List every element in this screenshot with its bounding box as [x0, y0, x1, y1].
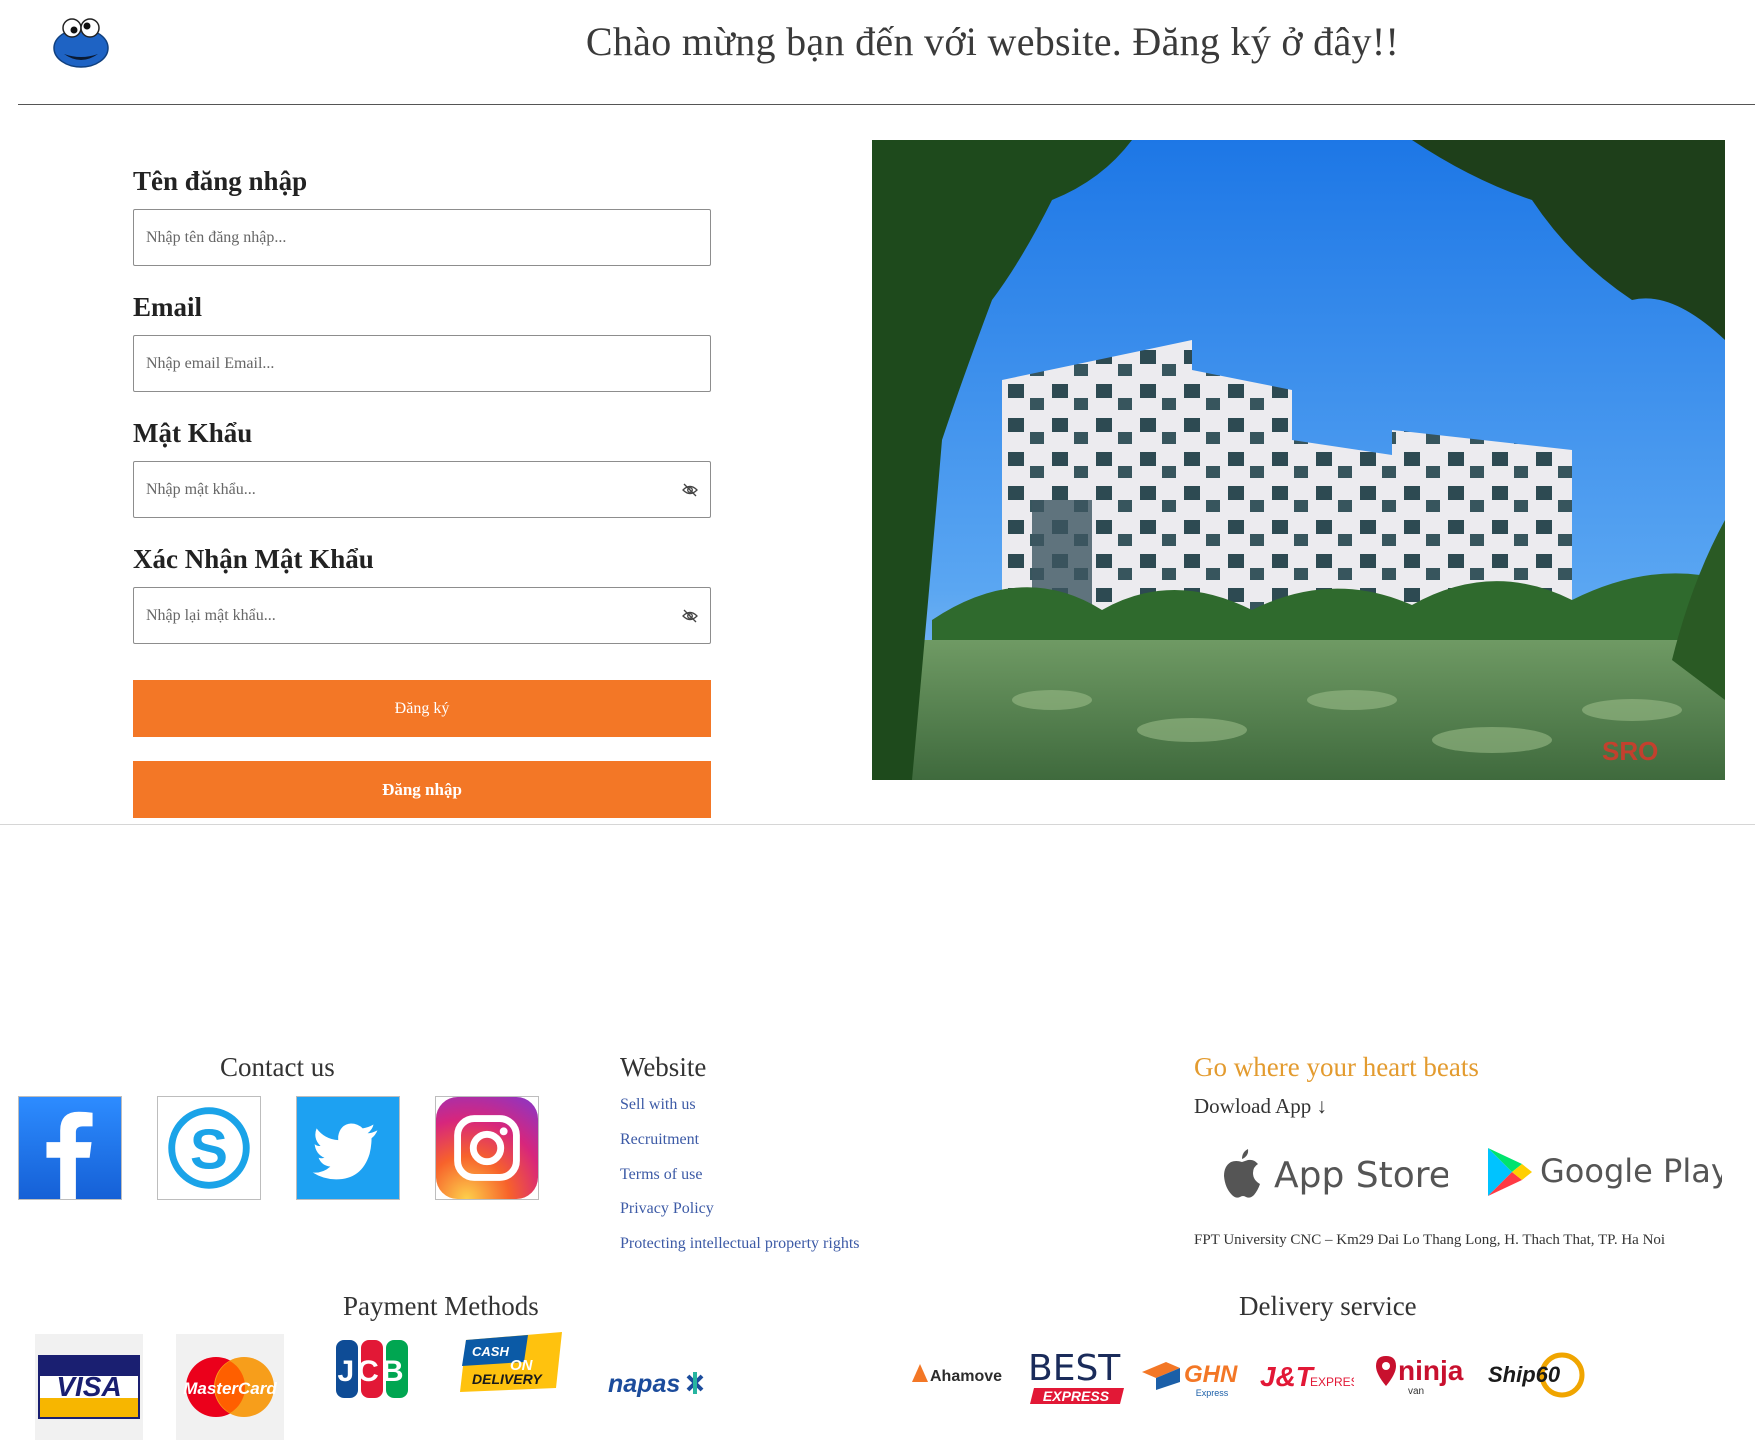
- svg-text:DELIVERY: DELIVERY: [472, 1371, 543, 1387]
- password-field: [133, 461, 711, 518]
- app-store-badge[interactable]: App Store: [1208, 1140, 1448, 1204]
- email-field: [133, 335, 711, 392]
- confirm-password-label: Xác Nhận Mật Khẩu: [133, 544, 374, 574]
- section-divider: [0, 824, 1755, 825]
- ghn-logo: GHN Express: [1142, 1361, 1238, 1398]
- register-button[interactable]: Đăng ký: [133, 680, 711, 737]
- download-app-label: Dowload App ↓: [1194, 1094, 1327, 1119]
- eye-slash-icon[interactable]: [682, 608, 698, 624]
- google-play-badge[interactable]: Google Play: [1482, 1140, 1722, 1204]
- best-express-logo: BEST EXPRESS: [1028, 1348, 1124, 1404]
- contact-title: Contact us: [220, 1052, 335, 1082]
- app-store-text: App Store: [1274, 1155, 1448, 1196]
- username-field: [133, 209, 711, 266]
- svg-text:napas: napas: [608, 1370, 680, 1398]
- ninja-van-logo: ninja van: [1376, 1355, 1464, 1397]
- eye-slash-icon[interactable]: [682, 482, 698, 498]
- jt-express-logo: J&T EXPRESS: [1260, 1361, 1354, 1392]
- password-label: Mật Khẩu: [133, 418, 253, 448]
- confirm-password-field: [133, 587, 711, 644]
- confirm-password-input[interactable]: [134, 588, 646, 643]
- cash-on-delivery-logo: CASH ON DELIVERY: [460, 1332, 562, 1392]
- recruitment-link[interactable]: Recruitment: [620, 1131, 699, 1149]
- svg-text:J&T: J&T: [1260, 1361, 1316, 1392]
- svg-text:JCB: JCB: [337, 1355, 406, 1388]
- instagram-icon[interactable]: [435, 1096, 539, 1200]
- svg-text:GHN: GHN: [1184, 1361, 1238, 1388]
- google-play-text: Google Play: [1540, 1152, 1722, 1190]
- sell-with-us-link[interactable]: Sell with us: [620, 1096, 696, 1114]
- svg-text:Ship60: Ship60: [1488, 1362, 1561, 1387]
- username-label: Tên đăng nhập: [133, 166, 308, 196]
- svg-text:CASH: CASH: [472, 1344, 509, 1359]
- address-text: FPT University CNC – Km29 Dai Lo Thang L…: [1194, 1232, 1666, 1248]
- svg-text:ninja: ninja: [1398, 1355, 1464, 1386]
- arrow-down-icon: ↓: [1316, 1094, 1328, 1118]
- svg-text:EXPRESS: EXPRESS: [1310, 1375, 1354, 1389]
- skype-icon[interactable]: S: [157, 1096, 261, 1200]
- header-divider: [18, 104, 1755, 105]
- mastercard-logo: MasterCard: [176, 1334, 284, 1440]
- svg-text:BEST: BEST: [1028, 1348, 1121, 1389]
- svg-text:MasterCard: MasterCard: [183, 1379, 277, 1398]
- svg-text:van: van: [1408, 1386, 1424, 1397]
- svg-text:S: S: [190, 1119, 228, 1182]
- facebook-icon[interactable]: [18, 1096, 122, 1200]
- slogan-text: Go where your heart beats: [1194, 1052, 1479, 1082]
- terms-of-use-link[interactable]: Terms of use: [620, 1166, 702, 1184]
- svg-text:VISA: VISA: [56, 1371, 121, 1402]
- password-input[interactable]: [134, 462, 646, 517]
- privacy-policy-link[interactable]: Privacy Policy: [620, 1200, 714, 1218]
- email-label: Email: [133, 292, 203, 322]
- napas-logo: napas: [608, 1370, 704, 1398]
- delivery-title: Delivery service: [1239, 1291, 1417, 1321]
- username-input[interactable]: [134, 210, 646, 265]
- visa-logo: VISA: [35, 1334, 143, 1440]
- email-input[interactable]: [134, 336, 646, 391]
- download-app-text: Dowload App: [1194, 1094, 1312, 1118]
- ship60-logo: Ship60: [1488, 1352, 1585, 1398]
- apple-icon: [1224, 1149, 1260, 1198]
- photo-watermark: SRO: [1602, 736, 1658, 766]
- ahamove-logo: Ahamove: [912, 1364, 1002, 1385]
- payment-title: Payment Methods: [343, 1291, 539, 1321]
- campus-photo: SRO: [872, 140, 1725, 780]
- website-title: Website: [620, 1052, 707, 1082]
- login-button[interactable]: Đăng nhập: [133, 761, 711, 818]
- svg-text:Ahamove: Ahamove: [930, 1368, 1002, 1385]
- page-title: Chào mừng bạn đến với website. Đăng ký ở…: [585, 19, 1400, 64]
- page-header: Chào mừng bạn đến với website. Đăng ký ở…: [0, 0, 1755, 106]
- twitter-icon[interactable]: [296, 1096, 400, 1200]
- ip-rights-link[interactable]: Protecting intellectual property rights: [620, 1235, 860, 1253]
- google-play-icon: [1488, 1148, 1532, 1196]
- svg-text:EXPRESS: EXPRESS: [1043, 1388, 1110, 1404]
- jcb-logo: JCB: [336, 1340, 408, 1398]
- svg-text:Express: Express: [1196, 1388, 1229, 1398]
